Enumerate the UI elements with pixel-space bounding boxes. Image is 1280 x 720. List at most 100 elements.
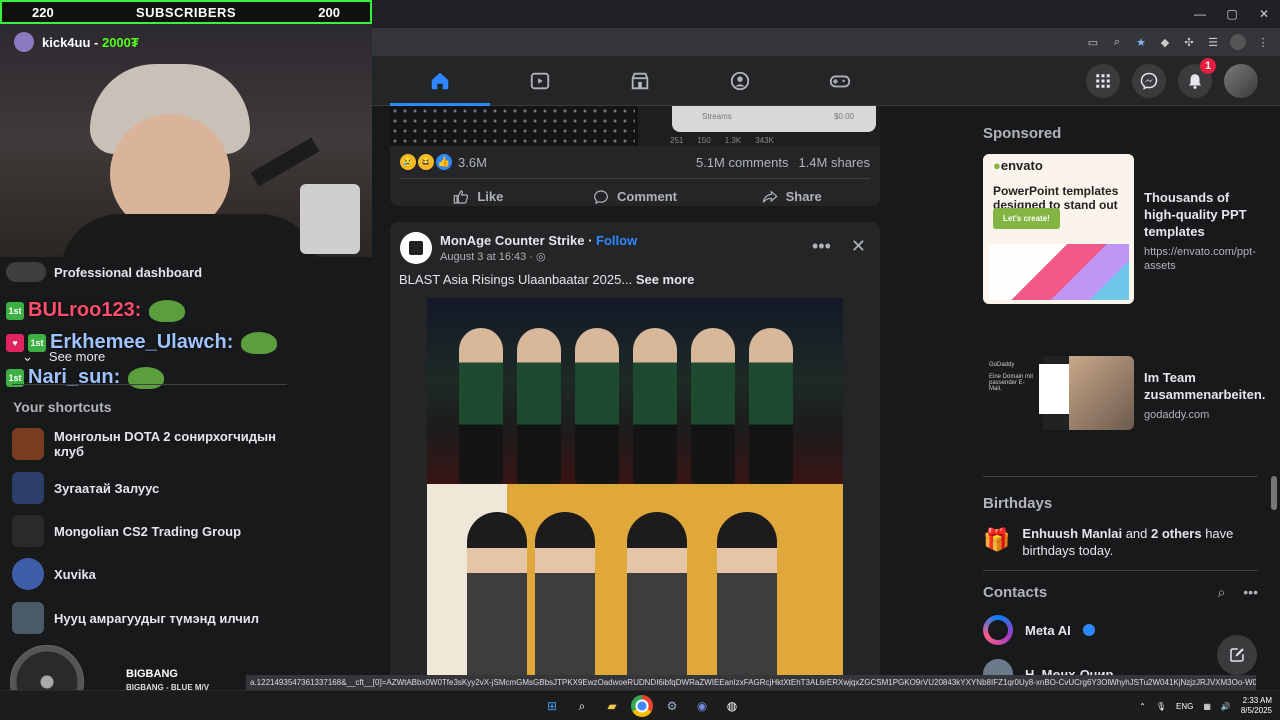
post-text: BLAST Asia Risings Ulaanbaatar 2025... S… xyxy=(399,272,694,287)
bookmark-star-icon[interactable]: ★ xyxy=(1134,35,1148,49)
page-avatar[interactable] xyxy=(400,232,432,264)
sponsored-ad[interactable]: ●envato PowerPoint templates designed to… xyxy=(983,154,1258,304)
post-photo-team-1[interactable] xyxy=(427,298,843,484)
sponsored-ad[interactable]: GoDaddy Eine Domain mit passender E-Mail.… xyxy=(983,356,1265,430)
search-icon[interactable]: ⌕ xyxy=(1217,584,1225,601)
cast-icon[interactable]: ▭ xyxy=(1086,35,1100,49)
godaddy-panel: GoDaddy Eine Domain mit passender E-Mail. xyxy=(983,356,1043,430)
streams-value: $0.00 xyxy=(833,112,854,121)
pepe-emote-icon xyxy=(128,366,165,389)
chat-username: Nari_sun: xyxy=(28,366,121,388)
extension-icon[interactable]: ◆ xyxy=(1158,35,1172,49)
minimize-icon[interactable]: — xyxy=(1184,0,1216,28)
chrome-icon[interactable] xyxy=(631,695,653,717)
post-photo-team-2[interactable] xyxy=(427,484,843,692)
tab-marketplace[interactable] xyxy=(590,56,690,106)
microphone-icon[interactable]: 🎙 xyxy=(1156,702,1166,711)
account-avatar[interactable] xyxy=(1224,64,1258,98)
comments-count[interactable]: 5.1M comments xyxy=(696,155,788,170)
page-scrollbar[interactable] xyxy=(1271,476,1277,510)
chevron-up-icon[interactable]: ⌃ xyxy=(1139,702,1146,711)
contacts-actions: ⌕ ••• xyxy=(1217,584,1258,601)
new-message-button[interactable] xyxy=(1217,635,1257,675)
menu-dots-icon[interactable]: ⋮ xyxy=(1256,35,1270,49)
divider xyxy=(983,476,1258,477)
steam-icon[interactable]: ⚙ xyxy=(661,695,683,717)
tab-video[interactable] xyxy=(490,56,590,106)
volume-icon[interactable]: 🔊 xyxy=(1221,702,1231,711)
professional-dashboard-link[interactable]: Professional dashboard xyxy=(6,262,202,282)
search-icon[interactable]: ⌕ xyxy=(571,695,593,717)
shortcut-item[interactable]: Нууц амрагуудыг түмэнд илчил xyxy=(12,602,282,634)
shortcut-item[interactable]: Mongolian CS2 Trading Group xyxy=(12,515,282,547)
nav-tabs xyxy=(390,56,890,106)
windows-start-icon[interactable]: ⊞ xyxy=(541,695,563,717)
godaddy-tagline: Eine Domain mit passender E-Mail. xyxy=(989,374,1034,392)
meta-ai-icon xyxy=(983,615,1013,645)
discord-icon[interactable]: ◉ xyxy=(691,695,713,717)
see-more-button[interactable]: ⌄ See more xyxy=(22,349,105,365)
birthday-notice[interactable]: 🎁 Enhuush Manlai and 2 others have birth… xyxy=(983,526,1258,560)
post-media[interactable]: Streams $0.00 251 150 1.3K 343K xyxy=(390,106,880,146)
tab-search-icon[interactable]: ☰ xyxy=(1206,35,1220,49)
ad-slides-preview xyxy=(989,244,1129,300)
more-options-icon[interactable]: ••• xyxy=(812,236,831,257)
webcam-shirt xyxy=(60,214,320,257)
language-indicator[interactable]: ENG xyxy=(1176,702,1193,711)
page-name[interactable]: MonAge Counter Strike xyxy=(440,233,584,248)
team-member xyxy=(691,328,735,484)
wifi-icon[interactable]: ▦ xyxy=(1203,702,1211,711)
shortcut-item[interactable]: Зугаатай Залуус xyxy=(12,472,282,504)
chat-message: 1st Nari_sun: xyxy=(6,366,165,389)
contact-item[interactable]: Meta AI xyxy=(983,615,1095,645)
haha-reaction-icon: 😆 xyxy=(418,154,434,170)
shares-count[interactable]: 1.4M shares xyxy=(798,155,870,170)
webcam-device xyxy=(300,184,360,254)
puzzle-icon[interactable]: ✣ xyxy=(1182,35,1196,49)
sad-reaction-icon: 😢 xyxy=(400,154,416,170)
post-date[interactable]: August 3 at 16:43 · xyxy=(440,251,536,263)
music-title: BIGBANG xyxy=(126,668,178,680)
ad-headline: Thousands of high-quality PPT templates xyxy=(1144,190,1247,239)
see-more-link[interactable]: See more xyxy=(636,272,695,287)
shortcut-item[interactable]: Xuvika xyxy=(12,558,282,590)
divider xyxy=(983,570,1258,571)
ad-headline: Im Team zusammenarbeiten. xyxy=(1144,370,1266,402)
stat-views: 343K xyxy=(755,136,774,145)
zoom-icon[interactable]: ⌕ xyxy=(1110,35,1124,49)
comment-button[interactable]: Comment xyxy=(557,179,714,206)
profile-avatar-icon[interactable] xyxy=(1230,34,1246,50)
tab-home[interactable] xyxy=(390,56,490,106)
streams-card: Streams $0.00 xyxy=(672,106,876,132)
group-icon xyxy=(12,515,44,547)
subscriber-label: SUBSCRIBERS xyxy=(135,4,237,20)
follow-button[interactable]: Follow xyxy=(596,233,637,248)
donation-amount: 2000₮ xyxy=(101,34,139,50)
pepe-emote-icon xyxy=(149,299,186,322)
close-icon[interactable]: ✕ xyxy=(851,236,866,257)
obs-icon[interactable]: ◍ xyxy=(721,695,743,717)
menu-button[interactable] xyxy=(1086,64,1120,98)
restore-icon[interactable]: ▢ xyxy=(1216,0,1248,28)
like-button[interactable]: Like xyxy=(400,179,557,206)
share-button[interactable]: Share xyxy=(713,179,870,206)
shortcut-item[interactable]: Монголын DOTA 2 сонирхогчидын клуб xyxy=(12,428,282,460)
messenger-button[interactable] xyxy=(1132,64,1166,98)
ad-image: ●envato PowerPoint templates designed to… xyxy=(983,154,1134,304)
tab-groups[interactable] xyxy=(690,56,790,106)
notifications-button[interactable]: 1 xyxy=(1178,58,1216,98)
tab-gaming[interactable] xyxy=(790,56,890,106)
subscriber-current: 220 xyxy=(32,4,54,20)
close-icon[interactable]: ✕ xyxy=(1248,0,1280,28)
globe-icon: ◎ xyxy=(536,251,546,263)
messenger-icon xyxy=(1140,72,1158,90)
clock[interactable]: 2:33 AM 8/5/2025 xyxy=(1241,696,1272,715)
home-icon xyxy=(431,72,449,90)
more-options-icon[interactable]: ••• xyxy=(1243,584,1258,601)
shortcut-label: Mongolian CS2 Trading Group xyxy=(54,523,242,539)
file-explorer-icon[interactable]: ▰ xyxy=(601,695,623,717)
separator-dot: · xyxy=(584,233,597,248)
monage-logo-icon xyxy=(409,241,423,255)
donation-user: kick4uu - xyxy=(42,34,102,50)
reactions-link[interactable]: 😢 😆 👍 3.6M xyxy=(400,154,487,170)
